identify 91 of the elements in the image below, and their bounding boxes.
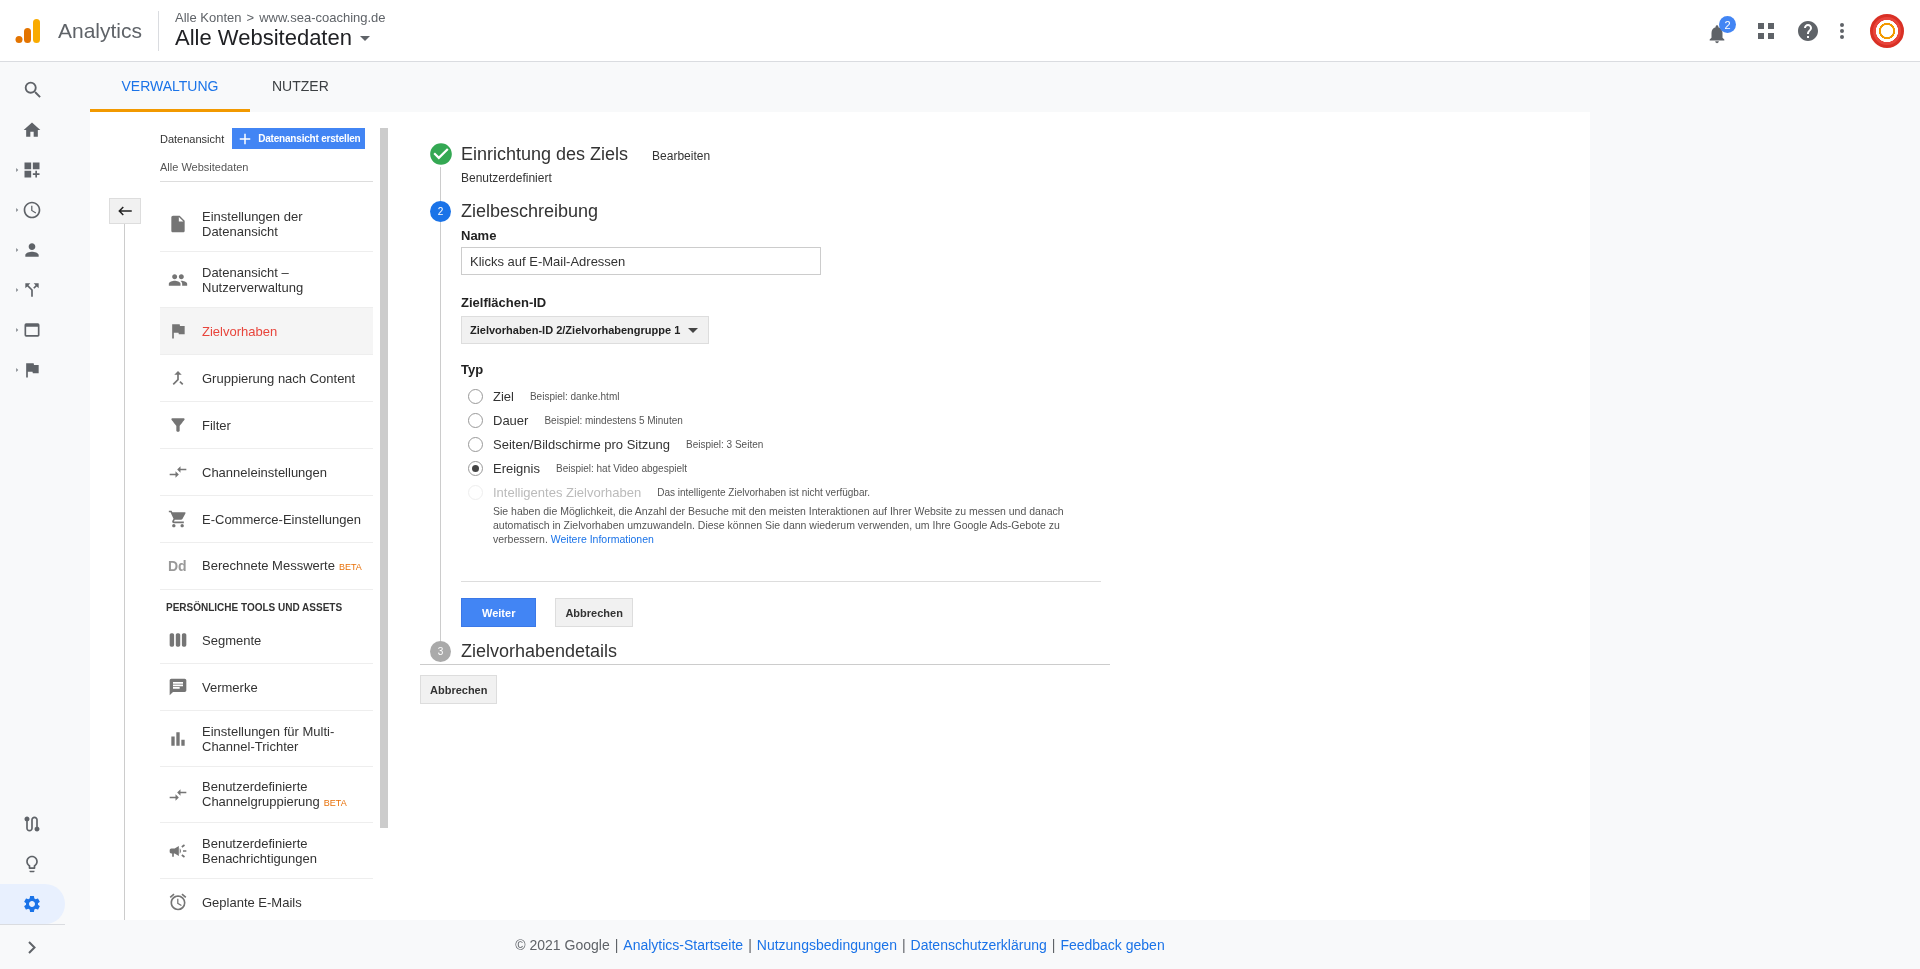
continue-button[interactable]: Weiter <box>461 598 537 627</box>
analytics-logo-icon <box>14 16 42 45</box>
home-icon <box>22 120 42 140</box>
radio-label: Ereignis <box>493 461 540 476</box>
step-number: 3 <box>430 641 451 662</box>
tab[interactable]: NUTZER <box>250 62 351 112</box>
admin-nav-item[interactable]: Filter <box>160 402 373 449</box>
rail-item[interactable] <box>0 884 65 924</box>
clock-icon <box>22 200 42 220</box>
more-icon <box>1840 22 1844 39</box>
radio-example: Beispiel: danke.html <box>529 391 620 402</box>
columns-icon <box>168 630 188 650</box>
radio-example: Beispiel: mindestens 5 Minuten <box>544 415 683 426</box>
scrollbar[interactable] <box>380 128 388 828</box>
footer-link[interactable]: Analytics-Startseite <box>623 936 744 953</box>
admin-nav-item[interactable]: Segmente <box>160 617 373 664</box>
footer-separator: | <box>614 936 619 953</box>
field-label: Typ <box>461 362 485 377</box>
footer-link[interactable]: Feedback geben <box>1060 936 1165 953</box>
copyright: © 2021 Google <box>515 936 610 953</box>
breadcrumb-link[interactable]: Alle Konten <box>175 10 242 25</box>
help-icon <box>1796 18 1820 43</box>
breadcrumb-link[interactable]: www.sea-coaching.de <box>259 10 386 25</box>
dd-icon: Dd <box>168 558 187 574</box>
beta-label: BETA <box>323 797 347 808</box>
learn-more-link[interactable]: Weitere Informationen <box>550 533 654 545</box>
search-icon <box>22 79 44 101</box>
product-name: Analytics <box>58 18 143 43</box>
field-label: Name <box>461 228 498 243</box>
dashboard-icon <box>22 160 42 180</box>
help-button[interactable] <box>1796 18 1820 43</box>
more-button[interactable] <box>1840 22 1844 39</box>
breadcrumb-separator: > <box>246 10 255 25</box>
edit-link[interactable]: Bearbeiten <box>652 149 711 163</box>
back-button[interactable] <box>109 198 141 224</box>
cancel-button[interactable]: Abbrechen <box>420 675 498 704</box>
step-summary: Benutzerdefiniert <box>461 171 553 185</box>
name-input[interactable]: Klicks auf E-Mail-Adressen <box>461 247 821 275</box>
smart-goal-note: Sie haben die Möglichkeit, die Anzahl der Besuche mit den meisten Interaktionen auf Ihrer Website zu messen und danach automatisch in Zielvorhaben umzuwandeln. Diese können Sie dann wiederum verwenden, um Ihre Google Ads-Gebote zu verbessern. Weitere Informationen <box>493 504 1065 546</box>
account-avatar[interactable] <box>1870 13 1904 48</box>
admin-nav-item[interactable]: Gruppierung nach Content <box>160 355 373 402</box>
admin-nav-item[interactable]: Zielvorhaben <box>160 308 373 355</box>
caret-icon <box>359 35 370 41</box>
cart-icon <box>168 509 188 529</box>
window-icon <box>22 320 42 340</box>
radio-label: Ziel <box>493 389 514 404</box>
route-icon <box>22 814 42 834</box>
radio-label: Seiten/Bildschirme pro Sitzung <box>493 437 671 452</box>
notification-badge: 2 <box>1719 16 1736 33</box>
view-selector[interactable]: Alle Websitedaten <box>175 25 386 51</box>
branch-icon <box>22 280 42 300</box>
footer-separator: | <box>748 936 752 953</box>
admin-nav-item[interactable]: Channeleinstellungen <box>160 449 373 496</box>
footer-separator: | <box>901 936 906 953</box>
settings-icon <box>22 894 42 914</box>
goal-id-dropdown[interactable]: Zielvorhaben-ID 2/Zielvorhabengruppe 1 <box>461 316 710 344</box>
step-title: Einrichtung des Ziels <box>461 144 629 165</box>
admin-nav-item[interactable]: Benutzerdefinierte Channelgruppierung BETA <box>160 767 373 823</box>
footer-separator: | <box>1051 936 1056 953</box>
admin-nav-item[interactable]: Dd Berechnete Messwerte BETA <box>160 543 373 590</box>
radio-example: Beispiel: hat Video abgespielt <box>555 463 687 474</box>
section-heading: PERSÖNLICHE TOOLS UND ASSETS <box>165 600 344 615</box>
radio-example: Das intelligente Zielvorhaben ist nicht verfügbar. <box>657 487 871 498</box>
radio-label: Dauer <box>493 413 529 428</box>
footer-link[interactable]: Nutzungsbedingungen <box>756 936 897 953</box>
chat-icon <box>168 677 188 697</box>
radio-label: Intelligentes Zielvorhaben <box>493 485 642 500</box>
view-label: Datenansicht <box>160 132 225 145</box>
field-label: Zielflächen-ID <box>461 295 548 310</box>
admin-nav-item[interactable]: Einstellungen der Datenansicht <box>160 196 373 252</box>
notifications-button[interactable]: 2 <box>1706 16 1736 45</box>
step-title: Zielbeschreibung <box>461 201 599 222</box>
beta-label: BETA <box>338 561 362 572</box>
step-title: Zielvorhabendetails <box>461 641 618 662</box>
view-name: Alle Websitedaten <box>160 149 373 182</box>
alarm-icon <box>168 892 188 912</box>
admin-nav-item[interactable]: Benutzerdefinierte Benachrichtigungen <box>160 823 373 879</box>
admin-nav-item[interactable]: Vermerke <box>160 664 373 711</box>
admin-nav-item[interactable]: Einstellungen für Multi-Channel-Trichter <box>160 711 373 767</box>
caret-icon <box>688 327 699 333</box>
grid-icon <box>1756 20 1776 41</box>
create-view-button[interactable]: Datenansicht erstellen <box>232 128 365 149</box>
step-number: 2 <box>430 201 451 222</box>
chevron-right-icon <box>28 940 36 954</box>
admin-nav-item[interactable]: Geplante E-Mails <box>160 879 373 920</box>
cancel-button[interactable]: Abbrechen <box>555 598 633 627</box>
radio-example: Beispiel: 3 Seiten <box>686 439 764 450</box>
document-icon <box>168 213 188 234</box>
footer-link[interactable]: Datenschutzerklärung <box>910 936 1047 953</box>
apps-button[interactable] <box>1756 20 1776 41</box>
admin-nav-item[interactable]: E-Commerce-Einstellungen <box>160 496 373 543</box>
